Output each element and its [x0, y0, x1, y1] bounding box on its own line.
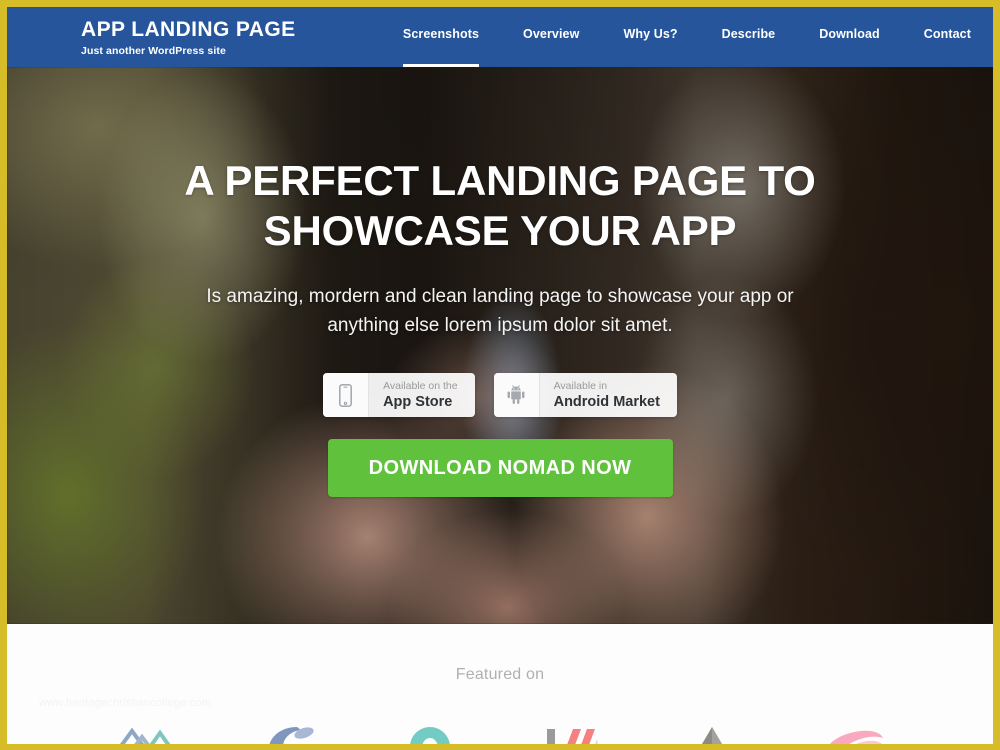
download-nomad-button[interactable]: DOWNLOAD NOMAD NOW: [327, 439, 673, 497]
app-store-text: Available on the App Store: [369, 380, 475, 411]
hero-content: A PERFECT LANDING PAGE TO SHOWCASE YOUR …: [7, 67, 993, 497]
nav-item-download[interactable]: Download: [797, 26, 902, 67]
page-inner: APP LANDING PAGE Just another WordPress …: [7, 7, 993, 744]
pink-ribbon-logo[interactable]: [805, 721, 901, 744]
app-store-name: App Store: [383, 393, 453, 410]
hero-subtitle: Is amazing, mordern and clean landing pa…: [206, 286, 794, 336]
triangle-logo[interactable]: [664, 721, 760, 744]
site-title: APP LANDING PAGE: [81, 18, 296, 41]
mountains-logo[interactable]: [100, 721, 196, 744]
android-robot-icon: [493, 373, 540, 417]
watermark-text: www.heritagechristiancollege.com: [39, 697, 212, 709]
nav-item-why-us[interactable]: Why Us?: [601, 26, 699, 67]
android-market-text: Available in Android Market: [540, 380, 677, 411]
wave-swoosh-logo[interactable]: [241, 721, 337, 744]
featured-on-label: Featured on: [455, 666, 545, 683]
cta-wrapper: DOWNLOAD NOMAD NOW: [7, 439, 993, 497]
hero-title-line-2: SHOWCASE YOUR APP: [263, 207, 737, 254]
android-market-badge[interactable]: Available in Android Market: [493, 373, 677, 417]
app-store-badge[interactable]: Available on the App Store: [323, 373, 475, 417]
nav-item-overview[interactable]: Overview: [501, 26, 601, 67]
arch-logo[interactable]: [382, 721, 478, 744]
site-tagline: Just another WordPress site: [81, 45, 226, 57]
site-header: APP LANDING PAGE Just another WordPress …: [7, 7, 993, 67]
hero-title: A PERFECT LANDING PAGE TO SHOWCASE YOUR …: [160, 156, 840, 256]
books-logo[interactable]: [523, 721, 619, 744]
main-navigation: Screenshots Overview Why Us? Describe Do…: [381, 7, 993, 67]
featured-section: Featured on www.heritagechristiancollege…: [7, 624, 993, 744]
app-store-caption: Available on the: [383, 379, 458, 392]
store-badges: Available on the App Store Available in …: [7, 373, 993, 417]
page-frame: APP LANDING PAGE Just another WordPress …: [0, 0, 1000, 750]
brand-block[interactable]: APP LANDING PAGE Just another WordPress …: [7, 7, 324, 58]
iphone-icon: [323, 373, 370, 417]
featured-logo-row: [7, 721, 993, 744]
hero-section: A PERFECT LANDING PAGE TO SHOWCASE YOUR …: [7, 67, 993, 624]
android-market-name: Android Market: [553, 393, 660, 410]
android-market-caption: Available in: [553, 379, 608, 392]
hero-title-line-1: A PERFECT LANDING PAGE TO: [184, 157, 816, 204]
nav-item-describe[interactable]: Describe: [700, 26, 798, 67]
nav-item-contact[interactable]: Contact: [902, 26, 993, 67]
nav-item-screenshots[interactable]: Screenshots: [381, 26, 501, 67]
